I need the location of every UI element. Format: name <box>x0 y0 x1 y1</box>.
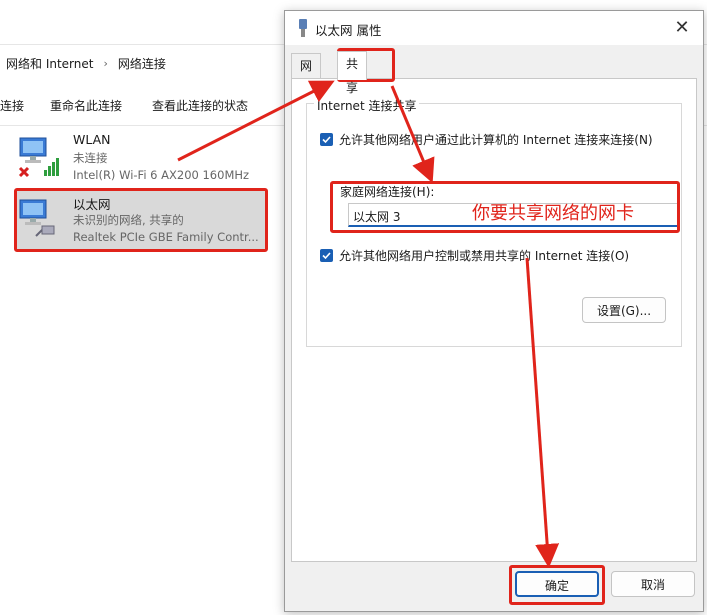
allow-share-checkbox[interactable]: 允许其他网络用户通过此计算机的 Internet 连接来连接(N) <box>320 131 653 148</box>
home-network-label: 家庭网络连接(H): <box>340 185 435 199</box>
settings-button[interactable]: 设置(G)... <box>582 297 666 323</box>
ics-group-title: Internet 连接共享 <box>314 97 420 114</box>
breadcrumb-network-internet[interactable]: 网络和 Internet <box>6 55 93 72</box>
adapter-name: WLAN <box>73 132 111 147</box>
tab-network[interactable]: 网络 <box>291 53 322 97</box>
allow-share-label: 允许其他网络用户通过此计算机的 Internet 连接来连接(N) <box>339 133 653 147</box>
cancel-button[interactable]: 取消 <box>611 571 695 597</box>
home-network-value: 以太网 3 <box>353 210 401 224</box>
rename-command[interactable]: 重命名此连接 <box>50 97 122 114</box>
view-status-command[interactable]: 查看此连接的状态 <box>152 97 248 114</box>
adapter-wlan[interactable]: WLAN 未连接 Intel(R) Wi-Fi 6 AX200 160MHz <box>16 128 266 188</box>
ok-button[interactable]: 确定 <box>515 571 599 597</box>
adapter-name: 以太网 <box>73 197 111 212</box>
adapter-device: Intel(R) Wi-Fi 6 AX200 160MHz <box>73 168 250 182</box>
annotation-note: 你要共享网络的网卡 <box>472 203 634 224</box>
allow-control-checkbox[interactable]: 允许其他网络用户控制或禁用共享的 Internet 连接(O) <box>320 247 629 264</box>
sharing-panel: Internet 连接共享 允许其他网络用户通过此计算机的 Internet 连… <box>291 78 697 562</box>
close-icon[interactable]: ✕ <box>671 17 693 39</box>
adapter-ethernet[interactable]: 以太网 未识别的网络, 共享的 Realtek PCIe GBE Family … <box>16 190 266 250</box>
checkbox-checked-icon <box>320 249 333 262</box>
tab-sharing[interactable]: 共享 <box>337 51 368 95</box>
wlan-adapter-icon <box>18 137 59 178</box>
dialog-title: 以太网 属性 <box>315 23 382 38</box>
network-adapter-icon <box>299 19 307 37</box>
adapter-status: 未连接 <box>73 151 108 165</box>
connect-command[interactable]: 连接 <box>0 97 24 114</box>
checkbox-checked-icon <box>320 133 333 146</box>
chevron-right-icon: › <box>103 56 108 70</box>
dialog-titlebar[interactable]: 以太网 属性 ✕ <box>285 11 703 45</box>
allow-control-label: 允许其他网络用户控制或禁用共享的 Internet 连接(O) <box>339 249 630 263</box>
breadcrumb-network-connections[interactable]: 网络连接 <box>118 55 166 72</box>
ethernet-adapter-icon <box>19 199 55 237</box>
adapter-device: Realtek PCIe GBE Family Contr... <box>73 230 259 244</box>
ethernet-properties-dialog: 以太网 属性 ✕ 网络 共享 Internet 连接共享 允许其他网络用户通过此… <box>284 10 704 612</box>
adapter-status: 未识别的网络, 共享的 <box>73 213 184 227</box>
